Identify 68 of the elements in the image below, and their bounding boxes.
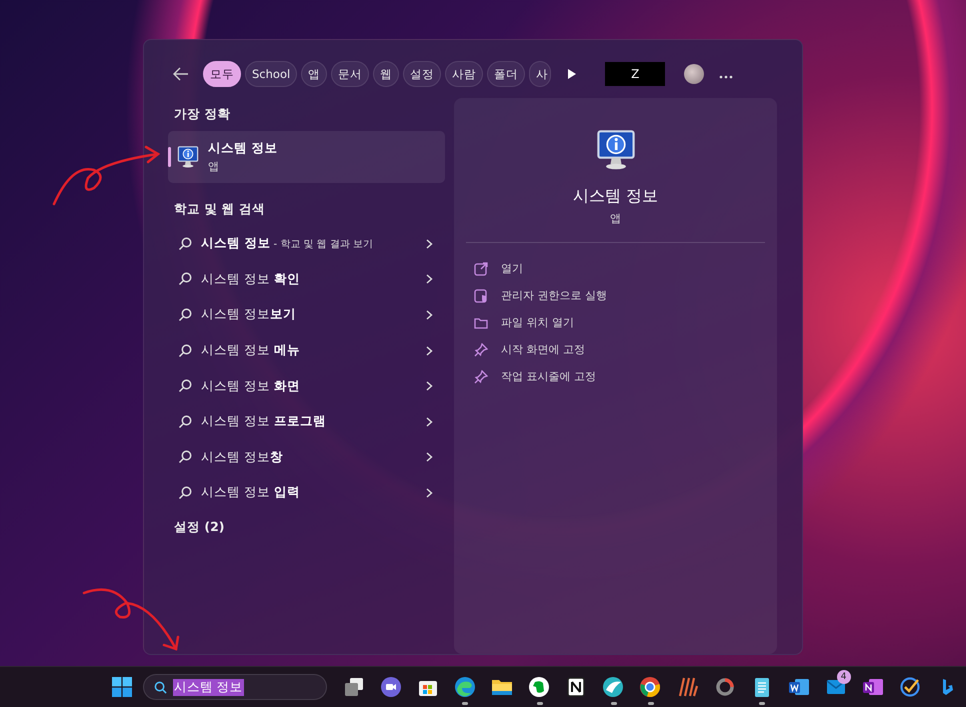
account-button[interactable]: Z xyxy=(605,62,666,86)
search-suggestion[interactable]: 시스템 정보 프로그램 xyxy=(168,404,445,440)
search-icon xyxy=(178,236,192,251)
action-item[interactable]: 파일 위치 열기 xyxy=(474,309,757,336)
chevron-right-icon xyxy=(426,381,433,392)
pin-icon xyxy=(474,342,488,356)
ring-icon[interactable] xyxy=(714,676,736,698)
chevron-right-icon xyxy=(426,416,433,427)
pin-icon xyxy=(474,370,488,384)
filter-tab[interactable]: 사람 xyxy=(445,61,484,87)
chevron-right-icon xyxy=(426,238,433,249)
checkmark-circle-icon[interactable] xyxy=(899,676,922,698)
detail-type: 앱 xyxy=(610,211,621,226)
filter-tab[interactable]: 설정 xyxy=(403,61,442,87)
action-item[interactable]: 작업 표시줄에 고정 xyxy=(474,363,757,390)
action-item[interactable]: 열기 xyxy=(474,255,757,282)
filter-tab[interactable]: School xyxy=(245,61,298,87)
folder-icon xyxy=(474,316,488,330)
n-block-icon[interactable] xyxy=(565,676,588,698)
stripes-icon[interactable] xyxy=(676,676,699,698)
search-suggestion[interactable]: 시스템 정보 - 학교 및 웹 결과 보기 xyxy=(168,226,445,262)
filter-tab[interactable]: 폴더 xyxy=(487,61,526,87)
action-item[interactable]: 시작 화면에 고정 xyxy=(474,336,757,363)
filter-tab[interactable]: 사 xyxy=(529,61,552,87)
best-match-item[interactable]: 시스템 정보 앱 xyxy=(168,131,445,183)
filter-tab[interactable]: 앱 xyxy=(301,61,328,87)
start-button[interactable] xyxy=(110,675,134,699)
chevron-right-icon xyxy=(426,274,433,284)
result-type: 앱 xyxy=(208,159,220,174)
filter-tab[interactable]: 문서 xyxy=(331,61,370,87)
result-title: 시스템 정보 xyxy=(208,140,278,157)
search-icon xyxy=(178,379,192,394)
taskbar-search-field[interactable]: 시스템 정보 xyxy=(142,674,328,700)
search-suggestion[interactable]: 시스템 정보 입력 xyxy=(168,475,445,511)
task-view-icon[interactable] xyxy=(342,676,365,698)
search-suggestion[interactable]: 시스템 정보 확인 xyxy=(168,262,445,298)
shield-window-icon xyxy=(474,288,488,302)
notification-badge: 4 xyxy=(836,670,851,684)
chevron-right-icon xyxy=(426,310,433,320)
search-icon xyxy=(178,308,192,322)
search-icon xyxy=(154,680,167,694)
avatar[interactable] xyxy=(684,64,704,84)
open-external-icon xyxy=(474,262,488,276)
search-icon xyxy=(178,272,192,286)
monitor-info-icon xyxy=(176,145,200,169)
section-heading: 가장 정확 xyxy=(173,105,232,123)
action-item[interactable]: 관리자 권한으로 실행 xyxy=(474,282,757,309)
n-notebook-icon[interactable] xyxy=(862,676,884,698)
search-icon xyxy=(178,486,192,500)
search-icon xyxy=(178,450,192,464)
search-suggestion[interactable]: 시스템 정보창 xyxy=(168,440,445,476)
section-heading: 설정 (2) xyxy=(173,518,226,536)
chevron-right-icon xyxy=(426,452,433,462)
chevron-right-icon xyxy=(426,488,433,498)
section-heading: 학교 및 웹 검색 xyxy=(173,200,266,218)
filter-tab[interactable]: 웹 xyxy=(373,61,400,87)
chevron-right-icon xyxy=(426,346,433,356)
detail-title: 시스템 정보 xyxy=(572,186,658,207)
filter-tab[interactable]: 모두 xyxy=(203,61,241,87)
search-suggestion[interactable]: 시스템 정보 메뉴 xyxy=(168,332,445,368)
search-icon xyxy=(178,344,192,358)
swirl-globe-icon[interactable] xyxy=(454,676,476,698)
video-chat-icon[interactable] xyxy=(380,676,402,698)
search-suggestion[interactable]: 시스템 정보 화면 xyxy=(168,368,445,404)
search-icon xyxy=(178,414,192,429)
w-document-icon[interactable] xyxy=(788,676,810,698)
round-browser-icon[interactable] xyxy=(639,676,662,698)
search-suggestion[interactable]: 시스템 정보보기 xyxy=(168,297,445,333)
